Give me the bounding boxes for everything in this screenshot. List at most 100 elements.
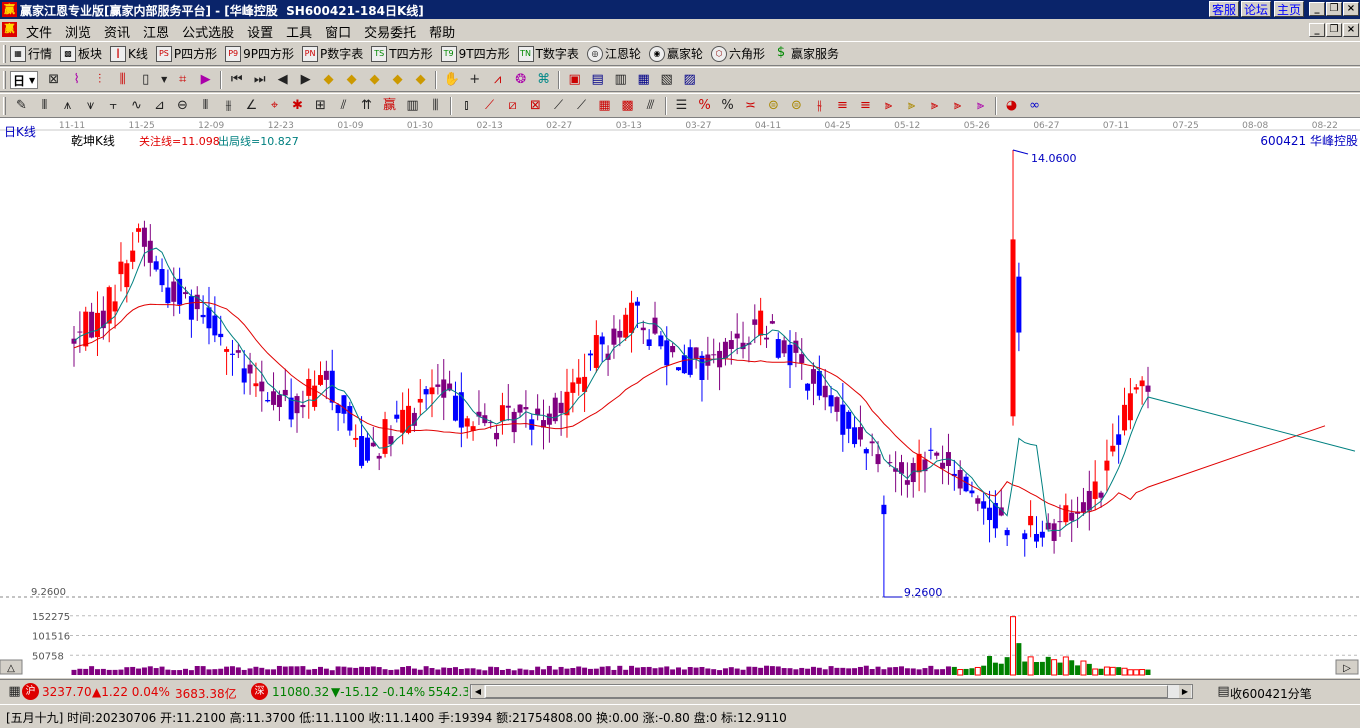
chevron-down-icon[interactable]: ▼ (160, 71, 168, 88)
gann-fan-icon[interactable]: ⩚ (59, 97, 76, 114)
wave-icon[interactable]: ∿ (128, 97, 145, 114)
zoom-up-icon[interactable]: ◆ (366, 71, 383, 88)
fan3-icon[interactable]: ⫸ (903, 97, 920, 114)
gann-grid-icon[interactable]: ⩛ (82, 97, 99, 114)
bars-draw-icon[interactable]: ⫼ (427, 97, 444, 114)
minimize-icon[interactable]: _ (1309, 2, 1325, 16)
scroll-thumb[interactable] (485, 685, 1168, 698)
formula-icon[interactable]: ⌗ (174, 71, 191, 88)
right-icon[interactable]: ▶ (297, 71, 314, 88)
save-icon[interactable]: ▦ (635, 71, 652, 88)
flag-icon[interactable]: ▶ (197, 71, 214, 88)
cycle-icon[interactable]: ⦀ (197, 97, 214, 114)
left-icon[interactable]: ◀ (274, 71, 291, 88)
indicator-icon[interactable]: ▯ (137, 71, 154, 88)
tool-9p-square[interactable]: P9 9P四方形 (225, 45, 294, 62)
menu-window[interactable]: 窗口 (325, 22, 351, 41)
fan-icon[interactable]: ⟋ (481, 97, 498, 114)
menu-formula[interactable]: 公式选股 (182, 22, 234, 41)
list-icon[interactable]: ☰ (673, 97, 690, 114)
pencil-icon[interactable]: ✎ (13, 97, 30, 114)
zoom-out-icon[interactable]: ◆ (343, 71, 360, 88)
doc-restore-icon[interactable]: ❐ (1326, 23, 1342, 37)
close-icon[interactable]: × (1343, 2, 1359, 16)
doc-minimize-icon[interactable]: _ (1309, 23, 1325, 37)
infinity-icon[interactable]: ∞ (1026, 97, 1043, 114)
scroll-left-icon[interactable]: ◀ (472, 685, 484, 698)
channel-icon[interactable]: ⊿ (151, 97, 168, 114)
menu-settings[interactable]: 设置 (247, 22, 273, 41)
target-icon[interactable]: ⌖ (266, 97, 283, 114)
menu-info[interactable]: 资讯 (104, 22, 130, 41)
print-icon[interactable]: ▧ (658, 71, 675, 88)
notes-icon[interactable]: ▥ (612, 71, 629, 88)
tool-t-square[interactable]: TS T四方形 (371, 45, 433, 62)
menu-browse[interactable]: 浏览 (65, 22, 91, 41)
link-service[interactable]: 客服 (1209, 1, 1240, 17)
compare-icon[interactable]: ⊠ (45, 71, 62, 88)
toolbar-grip[interactable] (3, 71, 6, 89)
square-fan-icon[interactable]: ⧄ (504, 97, 521, 114)
network-icon[interactable]: ⌘ (535, 71, 552, 88)
tool-9t-square[interactable]: T9 9T四方形 (440, 45, 510, 62)
candle-icon[interactable]: ⫼ (114, 71, 131, 88)
menu-gann[interactable]: 江恩 (143, 22, 169, 41)
calc-icon[interactable]: ▤ (589, 71, 606, 88)
ladder-icon[interactable]: ⫳ (811, 97, 828, 114)
fan2-icon[interactable]: ⫸ (880, 97, 897, 114)
link-forum[interactable]: 论坛 (1241, 1, 1272, 17)
speed-icon[interactable]: ⫽ (335, 97, 352, 114)
first-icon[interactable]: ⏮ (228, 71, 245, 88)
menu-trade[interactable]: 交易委托 (364, 22, 416, 41)
tool-kline[interactable]: ┃ K线 (110, 45, 148, 62)
grid-draw-icon[interactable]: ▦ (596, 97, 613, 114)
scale-icon[interactable]: ⊜ (788, 97, 805, 114)
menu-file[interactable]: 文件 (26, 22, 52, 41)
sz-badge[interactable]: 深 (251, 683, 268, 700)
percent-fan-icon[interactable]: % (696, 97, 713, 114)
bar-icon[interactable]: ⫶ (91, 71, 108, 88)
sh-badge[interactable]: 沪 (22, 683, 39, 700)
hand-icon[interactable]: ✋ (443, 71, 460, 88)
cross-box-icon[interactable]: ⊠ (527, 97, 544, 114)
color-wheel-icon[interactable]: ◕ (1003, 97, 1020, 114)
crosshair-icon[interactable]: + (466, 71, 483, 88)
time-zone-icon[interactable]: ⫵ (220, 97, 237, 114)
tool-t-table[interactable]: TN T数字表 (517, 45, 579, 62)
chart-area[interactable]: 11-11 11-25 12-09 12-23 01-09 01-30 02-13 02-27… (0, 118, 1360, 678)
circle-icon[interactable]: ⊖ (174, 97, 191, 114)
tool-hexagon[interactable]: ⬡ 六角形 (710, 45, 765, 62)
arrow-icon[interactable]: ⇈ (358, 97, 375, 114)
link-home[interactable]: 主页 (1274, 1, 1305, 17)
spiral-icon[interactable]: ✱ (289, 97, 306, 114)
trend-icon[interactable]: ⩘ (489, 71, 506, 88)
coin-icon[interactable]: ⊜ (765, 97, 782, 114)
menu-help[interactable]: 帮助 (429, 22, 455, 41)
box-icon[interactable]: ⊞ (312, 97, 329, 114)
tool-p-square[interactable]: PS P四方形 (155, 45, 217, 62)
export-icon[interactable]: ▨ (681, 71, 698, 88)
kline-chart[interactable]: 11-11 11-25 12-09 12-23 01-09 01-30 02-13 02-27… (0, 118, 1360, 678)
ticker-scrollbar[interactable]: ◀ ▶ (470, 684, 1193, 699)
zoom-down-icon[interactable]: ◆ (389, 71, 406, 88)
parallel-icon[interactable]: ⫴ (36, 97, 53, 114)
fan6-icon[interactable]: ⫸ (972, 97, 989, 114)
angle-icon[interactable]: ∠ (243, 97, 260, 114)
tool-quotes[interactable]: ▦ 行情 (10, 45, 52, 62)
period-select[interactable]: 日 ▼ (10, 71, 39, 89)
percent-icon[interactable]: % (719, 97, 736, 114)
ray-icon[interactable]: ⟋ (573, 97, 590, 114)
levels-icon[interactable]: ≡ (834, 97, 851, 114)
fan5-icon[interactable]: ⫸ (949, 97, 966, 114)
matrix-icon[interactable]: ▩ (619, 97, 636, 114)
fib-icon[interactable]: ⫟ (105, 97, 122, 114)
line-icon[interactable]: ⟋ (550, 97, 567, 114)
last-icon[interactable]: ⏭ (251, 71, 268, 88)
levels2-icon[interactable]: ≡ (857, 97, 874, 114)
restore-icon[interactable]: ❐ (1326, 2, 1342, 16)
pattern-icon[interactable]: ❂ (512, 71, 529, 88)
fan4-icon[interactable]: ⫸ (926, 97, 943, 114)
grid-status-icon[interactable]: ▦ (6, 683, 23, 700)
tool-p-table[interactable]: PN P数字表 (302, 45, 363, 62)
toolbar-grip[interactable] (3, 97, 6, 115)
